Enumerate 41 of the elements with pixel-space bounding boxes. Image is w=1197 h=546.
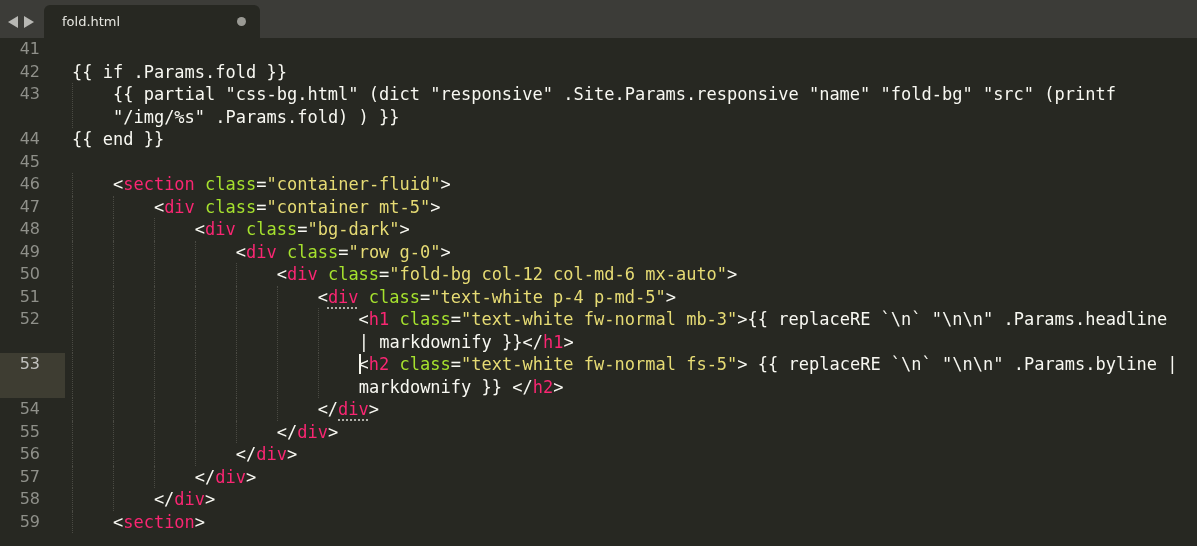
line-number: 41 [18, 38, 41, 60]
code-line: markdownify }} </h2> [357, 375, 564, 398]
line-number: 55 [18, 420, 41, 443]
code-line: {{ partial "css-bg.html" (dict "responsive" .Site.Params.responsive "name" "fold-bg" "src" (printf [111, 83, 1116, 106]
code-line: </div> [152, 488, 216, 511]
code-line: </div> [193, 465, 257, 488]
code-line: <section> [111, 510, 206, 533]
code-line: | markdownify }}</h1> [357, 330, 574, 353]
code-line: </div> [316, 398, 380, 421]
code-line: <div class="row g-0"> [234, 240, 451, 263]
code-line: <div class="container mt-5"> [152, 195, 441, 218]
code-line: </div> [234, 443, 298, 466]
line-number: 44 [18, 128, 41, 150]
code-line: </div> [275, 420, 339, 443]
line-number: 47 [18, 195, 41, 218]
code-line: <div class="text-white p-4 p-md-5"> [316, 285, 676, 308]
line-number: 42 [18, 60, 41, 83]
code-line: <section class="container-fluid"> [111, 173, 451, 196]
line-number: 49 [18, 240, 41, 263]
line-number: 50 [18, 263, 41, 285]
file-tab[interactable]: fold.html [44, 5, 260, 38]
forward-arrow-icon[interactable] [23, 15, 34, 28]
line-number: 54 [18, 398, 41, 420]
code-line: "/img/%s" .Params.fold) ) }} [111, 105, 400, 128]
code-line: {{ if .Params.fold }} [72, 60, 287, 83]
line-number: 53 [18, 353, 41, 375]
line-number: 51 [18, 285, 41, 308]
back-arrow-icon[interactable] [8, 15, 19, 28]
code-line: {{ end }} [72, 128, 165, 151]
line-number: 59 [18, 510, 41, 533]
line-number: 56 [18, 443, 41, 465]
line-number: 48 [18, 218, 41, 240]
code-line: <h1 class="text-white fw-normal mb-3">{{ replaceRE `\n` "\n\n" .Params.headline [357, 308, 1168, 331]
code-line: <div class="fold-bg col-12 col-md-6 mx-auto"> [275, 263, 738, 286]
line-number: 45 [18, 150, 41, 173]
line-number: 46 [18, 173, 41, 195]
line-number: 57 [18, 465, 41, 488]
code-line: <div class="bg-dark"> [193, 218, 410, 241]
line-number: 52 [18, 308, 41, 330]
line-number: 58 [18, 488, 41, 510]
line-number: 43 [18, 83, 41, 105]
